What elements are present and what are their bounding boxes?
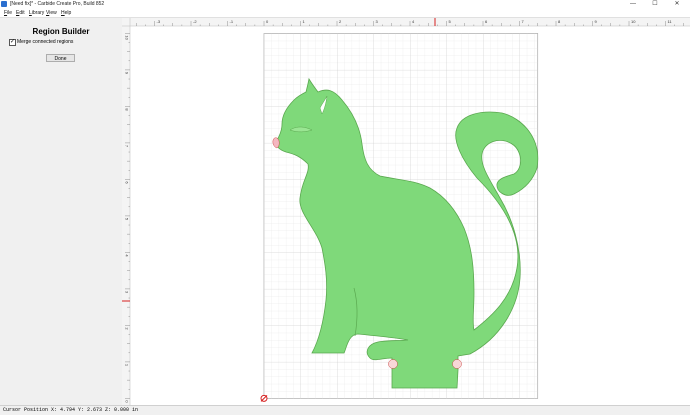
title-bar: [Need fix]* - Carbide Create Pro, Build … xyxy=(0,0,690,9)
node-marker-left[interactable] xyxy=(388,359,398,369)
panel-title: Region Builder xyxy=(32,27,90,36)
cursor-position-readout: Cursor Position X: 4.794 Y: 2.673 Z: 0.0… xyxy=(3,407,139,413)
merge-regions-checkbox[interactable] xyxy=(9,38,16,46)
design-canvas[interactable]: -3 -2 -1 0 1 2 3 4 5 6 7 8 9 10 11 10 9 8 7 6 5 4 3 2 1 0 xyxy=(122,18,690,405)
menu-file[interactable]: File xyxy=(4,10,12,16)
node-marker-right[interactable] xyxy=(452,359,462,369)
minimize-button[interactable]: — xyxy=(623,0,643,9)
origin-marker-icon xyxy=(260,394,268,402)
app-icon xyxy=(1,1,7,7)
horizontal-ruler xyxy=(122,18,690,26)
window-title: [Need fix]* - Carbide Create Pro, Build … xyxy=(10,1,105,7)
menu-help[interactable]: Help xyxy=(61,10,71,16)
menu-library[interactable]: Library xyxy=(29,10,44,16)
menu-view[interactable]: View xyxy=(46,10,57,16)
merge-regions-label: Merge connected regions xyxy=(17,39,74,45)
done-button[interactable]: Done xyxy=(46,54,75,62)
region-builder-panel: Region Builder Merge connected regions D… xyxy=(0,18,123,405)
ruler-x-label: 10 xyxy=(631,19,636,24)
ruler-y-label: 10 xyxy=(125,35,130,40)
menu-edit[interactable]: Edit xyxy=(16,10,25,16)
vertical-ruler xyxy=(122,18,130,405)
close-button[interactable]: ✕ xyxy=(667,0,687,9)
maximize-button[interactable]: ☐ xyxy=(645,0,665,9)
menu-bar: File Edit Library View Help xyxy=(0,9,690,18)
